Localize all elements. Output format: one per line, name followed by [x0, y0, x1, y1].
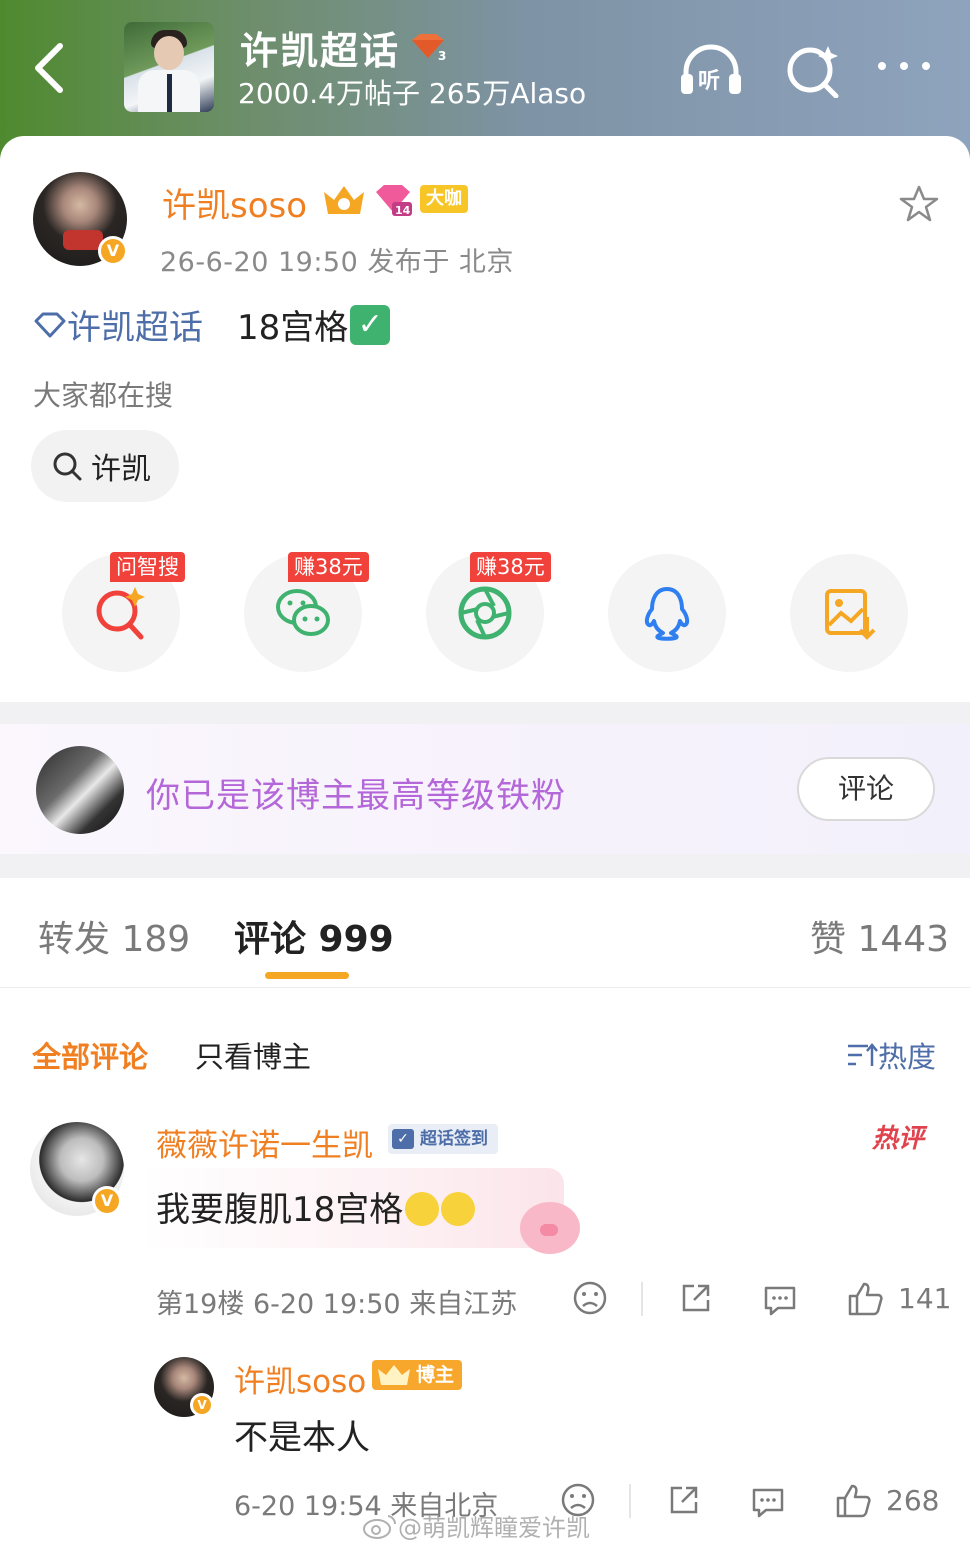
reply-text: 不是本人: [234, 1418, 370, 1458]
forward-icon[interactable]: [678, 1280, 714, 1316]
moments-aperture-icon: [458, 586, 512, 640]
calendar-check-icon: ✓: [392, 1129, 414, 1149]
tab-likes[interactable]: 赞 1443: [810, 910, 949, 962]
tab-comments[interactable]: 评论 999: [234, 910, 394, 962]
comment-text: 我要腹肌18宫格: [156, 1182, 476, 1231]
verified-v-icon: V: [92, 1186, 122, 1216]
sort-by-heat[interactable]: 热度: [846, 1034, 936, 1076]
share-tag: 问智搜: [110, 552, 185, 582]
listen-headphones-icon[interactable]: 听: [678, 42, 744, 98]
blogger-badge: 博主: [372, 1360, 463, 1390]
emoji-icon: [441, 1191, 476, 1226]
topic-link[interactable]: 许凯超话: [33, 300, 203, 349]
topic-signin-badge: ✓ 超话签到: [388, 1124, 498, 1154]
watermark: @萌凯辉瞳爱许凯: [362, 1508, 590, 1543]
back-arrow-icon[interactable]: [26, 40, 76, 96]
like-count: 268: [886, 1484, 940, 1517]
like-count: 141: [898, 1282, 952, 1315]
share-row: 问智搜 赚38元 赚38元: [0, 550, 970, 680]
ai-search-icon: [96, 587, 145, 640]
wechat-icon: [276, 589, 330, 636]
topic-diamond-icon: [34, 312, 66, 337]
svg-text:3: 3: [438, 49, 446, 62]
crown-icon: [378, 1365, 410, 1385]
svg-text:14: 14: [395, 204, 411, 217]
wechat-share-button[interactable]: 赚38元: [244, 552, 369, 672]
post-text: 18宫格: [237, 308, 349, 348]
author-name[interactable]: 许凯soso: [162, 178, 307, 227]
thumbs-up-icon[interactable]: [834, 1482, 872, 1520]
save-image-icon: [825, 589, 876, 640]
fan-avatar[interactable]: [36, 746, 124, 834]
more-options-icon[interactable]: [872, 42, 938, 98]
topic-stats: 2000.4万帖子 265万Alaso: [238, 77, 587, 110]
forward-icon[interactable]: [666, 1482, 702, 1518]
search-sparkle-icon[interactable]: [782, 42, 848, 98]
daka-badge: 大咖: [420, 185, 468, 213]
reply-bubble-icon[interactable]: [762, 1282, 798, 1318]
reply-bubble-icon[interactable]: [750, 1484, 786, 1520]
action-divider: [641, 1282, 643, 1316]
topic-thumbnail[interactable]: [124, 22, 214, 112]
save-image-button[interactable]: [790, 554, 908, 672]
moments-share-button[interactable]: 赚38元: [426, 552, 551, 672]
share-tag: 赚38元: [470, 552, 551, 582]
favorite-star-icon[interactable]: [898, 184, 940, 224]
fan-level-gem-icon: 14: [376, 185, 412, 217]
search-icon: [53, 452, 82, 481]
wenzhisou-button[interactable]: 问智搜: [62, 552, 185, 672]
weibo-logo-icon: [363, 1514, 397, 1539]
reply-author-name[interactable]: 许凯soso: [234, 1356, 366, 1401]
pig-sticker-icon: [520, 1202, 580, 1254]
post-tabs: 转发 189 评论 999 赞 1443: [0, 878, 970, 988]
filter-author-only[interactable]: 只看博主: [195, 1034, 311, 1076]
hot-comment-badge: 热评: [872, 1124, 925, 1154]
commenter-name[interactable]: 薇薇许诺一生凯: [156, 1120, 373, 1165]
section-divider: [0, 702, 970, 724]
verified-v-icon: V: [98, 236, 128, 266]
post-body: 许凯超话 18宫格 ✓: [33, 300, 391, 349]
filter-all-comments[interactable]: 全部评论: [32, 1034, 148, 1076]
fan-status-text: 你已是该博主最高等级铁粉: [146, 776, 566, 816]
sort-icon: [848, 1043, 878, 1066]
verified-v-icon: V: [190, 1393, 214, 1417]
post-meta: 26-6-20 19:50 发布于 北京: [160, 247, 514, 278]
check-mark-icon: ✓: [350, 304, 391, 345]
section-divider: [0, 854, 970, 878]
topic-level-gem-icon: 3: [412, 34, 446, 62]
search-hint-label: 大家都在搜: [33, 379, 174, 412]
qq-penguin-icon: [644, 587, 690, 641]
qq-share-button[interactable]: [608, 554, 726, 672]
thumbs-up-icon[interactable]: [846, 1280, 884, 1318]
action-divider: [629, 1484, 631, 1518]
share-tag: 赚38元: [288, 552, 369, 582]
topic-title[interactable]: 许凯超话: [240, 20, 400, 75]
crown-level-icon: [324, 186, 364, 214]
fan-comment-button[interactable]: 评论: [797, 757, 935, 821]
svg-text:听: 听: [698, 69, 720, 94]
emoji-icon: [405, 1191, 440, 1226]
tab-repost[interactable]: 转发 189: [38, 910, 190, 962]
search-chip[interactable]: 许凯: [31, 430, 179, 502]
active-tab-indicator: [265, 972, 349, 979]
dislike-face-icon[interactable]: [572, 1280, 608, 1316]
comment-filter-row: 全部评论 只看博主 热度: [0, 1020, 970, 1080]
comment-meta: 第19楼 6-20 19:50 来自江苏: [156, 1289, 518, 1320]
